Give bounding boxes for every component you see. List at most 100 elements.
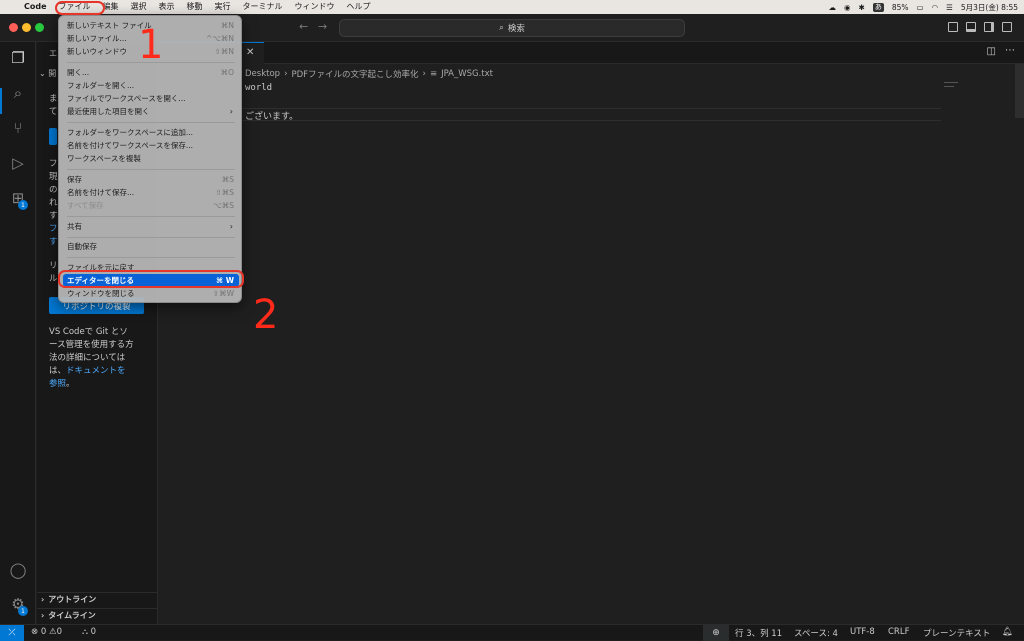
error-icon: ⊗	[31, 627, 41, 637]
indentation[interactable]: スペース: 4	[794, 627, 838, 639]
search-label: 検索	[507, 24, 525, 34]
menu-app-name[interactable]: Code	[18, 0, 53, 14]
close-window-button[interactable]	[9, 23, 18, 32]
sidebar-text-line: ル	[49, 274, 58, 284]
ports-indicator[interactable]: ⛬ 0	[82, 627, 96, 637]
cursor-position[interactable]: 行 3、列 11	[735, 627, 782, 639]
menu-share[interactable]: 共有 ›	[63, 220, 239, 233]
problems-indicator[interactable]: ⊗ 0 ⚠0	[31, 627, 62, 637]
git-help-text: 法の詳細については	[49, 353, 126, 363]
source-control-icon[interactable]: ⑂	[8, 118, 28, 138]
toggle-secondary-sidebar-icon[interactable]	[984, 22, 994, 32]
annotation-step-2: 2	[253, 292, 279, 338]
git-help-text: VS Codeで Git とソ	[49, 327, 128, 337]
split-editor-icon[interactable]: ◫	[987, 46, 996, 57]
toggle-primary-sidebar-icon[interactable]	[948, 22, 958, 32]
battery-icon[interactable]: ▭	[917, 3, 924, 12]
screen-record-icon[interactable]: ◉	[844, 3, 851, 12]
git-help-text-link-line: 参照。	[49, 379, 75, 389]
cloud-icon[interactable]: ☁	[828, 3, 836, 12]
menu-duplicate-workspace[interactable]: ワークスペースを複製	[63, 152, 239, 165]
macos-menubar: Code ファイル 編集 選択 表示 移動 実行 ターミナル ウィンドウ ヘルプ…	[0, 0, 1024, 14]
minimize-window-button[interactable]	[22, 23, 31, 32]
customize-layout-icon[interactable]	[1002, 22, 1012, 32]
sidebar-text-line: 現	[49, 172, 58, 182]
chevron-right-icon: ›	[41, 611, 45, 620]
git-help-text-link-line: は、ドキュメントを	[49, 366, 126, 376]
zoom-icon[interactable]: ⊕	[703, 625, 729, 641]
close-icon[interactable]: ✕	[246, 47, 254, 58]
encoding[interactable]: UTF-8	[850, 627, 875, 637]
code-line-1[interactable]: world	[245, 83, 272, 93]
docs-link[interactable]: ドキュメントを	[66, 366, 126, 376]
menu-auto-save[interactable]: 自動保存	[63, 240, 239, 253]
sidebar-text-line: て	[49, 107, 58, 117]
menu-selection[interactable]: 選択	[125, 0, 153, 14]
git-help-text: ース管理を使用する方	[49, 340, 134, 350]
more-actions-icon[interactable]: ⋯	[1005, 45, 1015, 56]
menu-open-folder[interactable]: フォルダーを開く...	[63, 79, 239, 92]
menu-save-as[interactable]: 名前を付けて保存... ⇧⌘S	[63, 186, 239, 199]
chevron-right-icon: ›	[41, 595, 45, 604]
back-arrow-icon[interactable]: ←	[299, 20, 308, 33]
menu-open-recent[interactable]: 最近使用した項目を開く ›	[63, 105, 239, 118]
search-view-icon[interactable]: ⌕	[8, 83, 28, 103]
menu-save[interactable]: 保存 ⌘S	[63, 173, 239, 186]
open-folder-button[interactable]	[49, 128, 57, 145]
menu-help[interactable]: ヘルプ	[341, 0, 377, 14]
menu-separator	[67, 257, 235, 258]
menu-add-folder-to-workspace[interactable]: フォルダーをワークスペースに追加...	[63, 126, 239, 139]
chevron-right-icon: ›	[422, 69, 426, 79]
sidebar-text-line: ま	[49, 94, 58, 104]
menu-separator	[67, 122, 235, 123]
menu-go[interactable]: 移動	[181, 0, 209, 14]
sidebar-text-line: リ	[49, 261, 58, 271]
sidebar-link[interactable]: す	[49, 236, 58, 249]
language-mode[interactable]: プレーンテキスト	[923, 627, 990, 639]
menu-window[interactable]: ウィンドウ	[289, 0, 341, 14]
editor-scrollbar[interactable]	[1015, 64, 1024, 118]
active-indicator	[0, 88, 2, 114]
menu-view[interactable]: 表示	[153, 0, 181, 14]
menubar-clock[interactable]: 5月3日(金) 8:55	[961, 2, 1018, 13]
outline-section[interactable]: › アウトライン	[37, 592, 158, 606]
chevron-down-icon: ⌄	[39, 69, 49, 78]
control-center-icon[interactable]: ☰	[946, 3, 953, 12]
run-debug-icon[interactable]: ▷	[8, 153, 28, 173]
section-header[interactable]: ⌄ 開	[39, 68, 56, 79]
timeline-section[interactable]: › タイムライン	[37, 608, 158, 622]
activity-bar: ❐ ⌕ ⑂ ▷ ⊞ 1 ◯ ⚙ 1	[0, 42, 36, 624]
editor-area: ✕ ◫ ⋯ Desktop › PDFファイルの文字起こし効率化 › ≡ JPA…	[159, 42, 1024, 624]
zoom-window-button[interactable]	[35, 23, 44, 32]
warning-icon: ⚠	[48, 627, 57, 637]
bluetooth-icon[interactable]: ✱	[859, 3, 865, 12]
notifications-bell-icon[interactable]: 🔔︎	[1002, 627, 1013, 637]
breadcrumb: Desktop › PDFファイルの文字起こし効率化 › ≡ JPA_WSG.t…	[245, 68, 493, 80]
remote-indicator-icon[interactable]: ⤫	[0, 625, 24, 641]
breadcrumb-desktop[interactable]: Desktop	[245, 69, 280, 79]
menu-save-workspace-as[interactable]: 名前を付けてワークスペースを保存...	[63, 139, 239, 152]
sidebar-title: エ	[49, 49, 57, 58]
docs-link-end[interactable]: 参照	[49, 379, 66, 389]
sidebar-text-line: す	[49, 211, 58, 221]
accounts-icon[interactable]: ◯	[8, 560, 28, 580]
menu-close-window[interactable]: ウィンドウを閉じる ⇧⌘W	[63, 287, 239, 300]
breadcrumb-file[interactable]: JPA_WSG.txt	[441, 69, 493, 79]
menu-open-workspace-from-file[interactable]: ファイルでワークスペースを開く...	[63, 92, 239, 105]
extensions-badge: 1	[18, 200, 28, 210]
minimap[interactable]	[944, 82, 984, 92]
sidebar-link[interactable]: フ	[49, 223, 58, 236]
input-method-badge[interactable]: あ	[872, 2, 884, 12]
code-line-3[interactable]: ございます。	[245, 109, 298, 122]
breadcrumb-folder[interactable]: PDFファイルの文字起こし効率化	[291, 68, 418, 80]
menu-terminal[interactable]: ターミナル	[237, 0, 289, 14]
end-of-line[interactable]: CRLF	[888, 627, 909, 637]
menu-run[interactable]: 実行	[209, 0, 237, 14]
command-center-search[interactable]: ⌕ 検索	[339, 19, 685, 37]
forward-arrow-icon[interactable]: →	[318, 20, 327, 33]
explorer-icon[interactable]: ❐	[8, 48, 28, 68]
toggle-panel-icon[interactable]	[966, 22, 976, 32]
chevron-right-icon: ›	[229, 107, 233, 116]
wifi-icon[interactable]: ◠	[932, 3, 939, 12]
menu-save-all: すべて保存 ⌥⌘S	[67, 201, 234, 210]
